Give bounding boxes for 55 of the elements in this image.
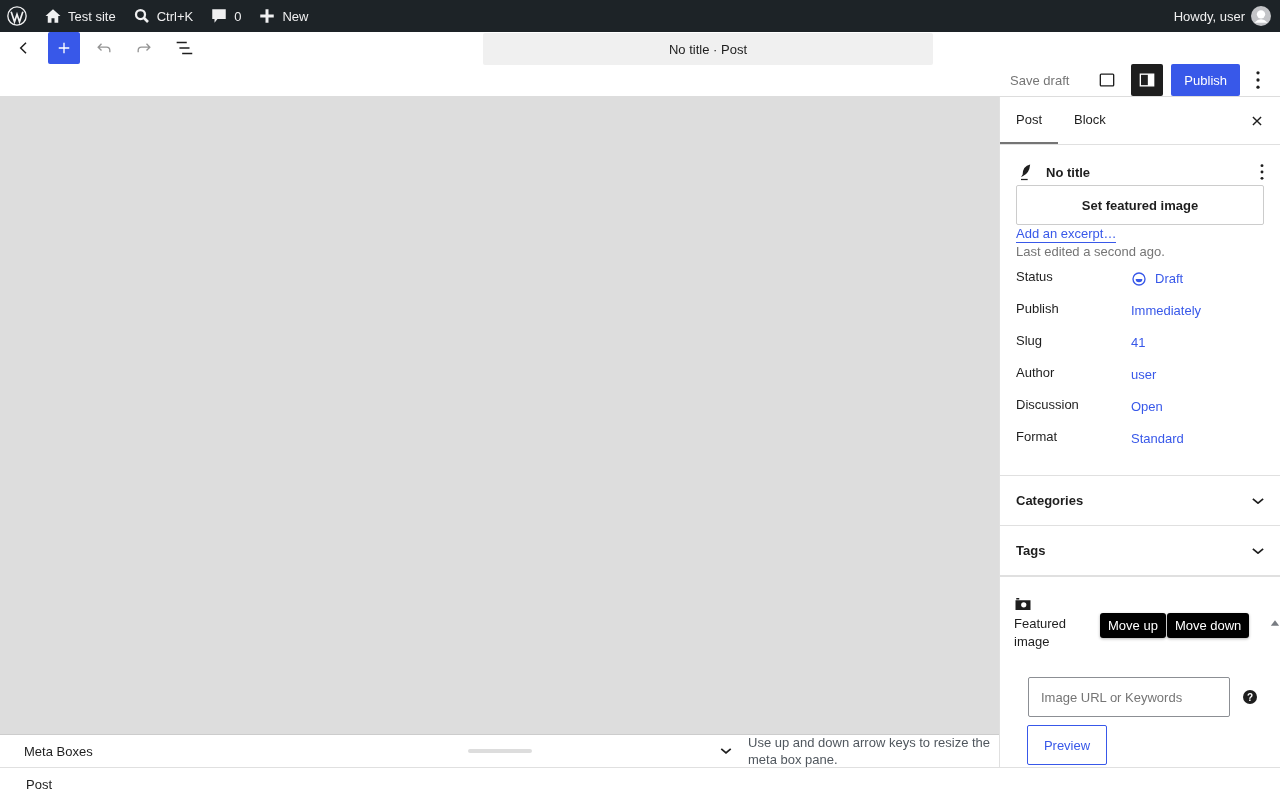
field-link[interactable]: Immediately bbox=[1131, 303, 1202, 318]
status-icon bbox=[1131, 271, 1147, 287]
search-icon bbox=[132, 7, 151, 25]
field-label: Slug bbox=[1016, 332, 1044, 350]
status-link[interactable]: Draft bbox=[1155, 271, 1184, 286]
field-label: Format bbox=[1016, 428, 1059, 446]
field-link[interactable]: Open bbox=[1131, 399, 1163, 414]
post-actions-button[interactable] bbox=[1260, 164, 1264, 180]
avatar-icon bbox=[1251, 6, 1271, 26]
preview-button[interactable]: Preview bbox=[1027, 725, 1107, 765]
field-link[interactable]: user bbox=[1131, 367, 1157, 382]
new-link[interactable]: New bbox=[258, 7, 309, 25]
tooltip: Move down bbox=[1166, 613, 1250, 638]
chevron-down-icon bbox=[720, 748, 732, 754]
move-up-button[interactable] bbox=[1270, 619, 1280, 627]
panel-toggle[interactable]: Tags bbox=[1016, 543, 1264, 558]
featured-image-button[interactable]: Set featured image bbox=[1016, 185, 1264, 225]
field-label: Discussion bbox=[1016, 396, 1080, 414]
toggle-button[interactable] bbox=[720, 748, 732, 754]
post-title: No title bbox=[1046, 164, 1092, 180]
last-edited-text: Last edited a second ago. bbox=[1016, 244, 1166, 259]
field-label: Publish bbox=[1016, 300, 1060, 318]
more-icon bbox=[1256, 71, 1260, 89]
home-icon bbox=[44, 7, 62, 25]
account-menu[interactable]: Howdy, user bbox=[1173, 6, 1271, 26]
add-block-button[interactable] bbox=[48, 32, 80, 64]
resize-hint: Use up and down arrow keys to resize the meta box pane. bbox=[748, 734, 992, 768]
close-icon bbox=[1250, 113, 1264, 128]
field-link[interactable]: 41 bbox=[1131, 335, 1146, 350]
metabox-title: Featured image bbox=[1014, 615, 1068, 651]
document-title[interactable]: No title · Post bbox=[483, 33, 933, 65]
save-draft-button[interactable]: Save draft bbox=[1004, 66, 1076, 94]
more-icon bbox=[1260, 164, 1264, 180]
image-url-field[interactable]: Image URL or Keywords bbox=[1028, 677, 1230, 717]
help-icon[interactable]: ? bbox=[1243, 690, 1257, 704]
field-label: Status bbox=[1016, 268, 1054, 286]
publish-button[interactable]: Publish bbox=[1171, 64, 1240, 96]
search-link[interactable]: Ctrl+K bbox=[132, 7, 194, 25]
breadcrumb[interactable]: Post bbox=[26, 776, 52, 792]
plus-icon bbox=[258, 7, 277, 25]
site-link[interactable]: Test site bbox=[44, 7, 116, 25]
tooltip: Move up bbox=[1100, 613, 1166, 638]
sidebar-tab[interactable]: Block bbox=[1058, 97, 1122, 144]
wordpress-logo[interactable] bbox=[7, 6, 27, 26]
panel-toggle[interactable]: Categories bbox=[1016, 493, 1264, 508]
resize-handle[interactable] bbox=[468, 749, 532, 753]
sidebar-tab[interactable]: Post bbox=[1000, 97, 1058, 144]
meta-boxes-label: Meta Boxes bbox=[24, 743, 94, 759]
settings-button[interactable] bbox=[1131, 64, 1164, 96]
triangle-up-icon bbox=[1270, 619, 1280, 627]
excerpt-link[interactable]: Add an excerpt… bbox=[1016, 226, 1117, 243]
camera-icon bbox=[1014, 595, 1032, 613]
field-label: Author bbox=[1016, 364, 1056, 382]
comments-link[interactable]: 0 bbox=[210, 7, 242, 25]
field-link[interactable]: Standard bbox=[1131, 431, 1184, 446]
